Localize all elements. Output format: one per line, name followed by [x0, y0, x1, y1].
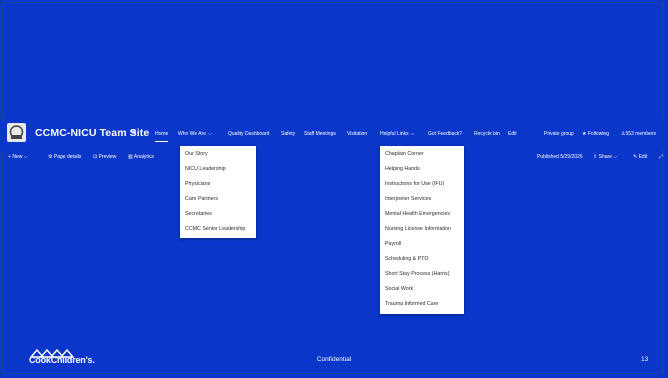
menu-item-scheduling-pto[interactable]: Scheduling & PTO — [380, 252, 464, 267]
preview-icon: ⊡ — [93, 154, 98, 160]
members-label: 553 members — [625, 131, 657, 137]
page-number: 13 — [641, 356, 649, 363]
page-details-button[interactable]: ⚙ Page details — [48, 154, 81, 160]
menu-item-chaplain-corner[interactable]: Chaplain Corner — [380, 147, 464, 162]
nav-safety-label: Safety — [281, 131, 296, 137]
menu-item-our-story[interactable]: Our Story — [180, 147, 256, 162]
nav-recycle-bin[interactable]: Recycle bin — [474, 131, 500, 143]
menu-item-care-partners[interactable]: Care Partners — [180, 192, 256, 207]
nav-home-label: Home — [155, 131, 169, 137]
nav-helpful-links-label: Helpful Links — [380, 131, 409, 137]
private-group-label: Private group — [544, 131, 574, 137]
menu-item-trauma-informed-care[interactable]: Trauma Informed Care — [380, 297, 464, 312]
slide-frame — [2, 2, 664, 374]
nav-safety[interactable]: Safety — [281, 131, 295, 143]
chevron-down-icon: ⌵ — [410, 131, 415, 137]
preview-label: Preview — [98, 154, 117, 160]
menu-item-physicians[interactable]: Physicians — [180, 177, 256, 192]
menu-item-interpreter-services[interactable]: Interpreter Services — [380, 192, 464, 207]
nav-quality-dashboard[interactable]: Quality Dashboard — [228, 131, 269, 143]
share-label: Share — [598, 154, 612, 160]
expand-icon[interactable]: ⤢ — [659, 154, 663, 160]
nav-home[interactable]: Home — [155, 131, 169, 143]
menu-item-payroll[interactable]: Payroll — [380, 237, 464, 252]
nav-got-feedback[interactable]: Got Feedback? — [428, 131, 462, 143]
edit-button[interactable]: ✎ Edit — [633, 154, 647, 160]
who-we-are-menu: Our Story NICU Leadership Physicians Car… — [180, 146, 256, 238]
gear-icon: ⚙ — [48, 154, 53, 160]
menu-item-nicu-leadership[interactable]: NICU Leadership — [180, 162, 256, 177]
nav-edit[interactable]: Edit — [508, 131, 517, 143]
share-icon: ⇪ — [593, 154, 598, 160]
menu-item-secretaries[interactable]: Secretaries — [180, 207, 256, 222]
sharepoint-sync-icon[interactable]: ⚭ — [130, 127, 138, 138]
menu-item-ccmc-senior-leadership[interactable]: CCMC Senior Leadership — [180, 222, 256, 237]
menu-item-nursing-license-information[interactable]: Nursing License Information — [380, 222, 464, 237]
nav-staff-meetings-label: Staff Meetings — [304, 131, 336, 137]
nav-recycle-bin-label: Recycle bin — [474, 131, 500, 137]
presentation-slide: CCMC-NICU Team Site ⚭ Home Who We Are ⌵ Q… — [0, 0, 668, 378]
edit-label: Edit — [638, 154, 648, 160]
pencil-icon: ✎ — [633, 154, 638, 160]
helpful-links-menu: Chaplain Corner Helping Hands Instructio… — [380, 146, 464, 314]
menu-item-helping-hands[interactable]: Helping Hands — [380, 162, 464, 177]
menu-item-social-work[interactable]: Social Work — [380, 282, 464, 297]
following-label: Following — [587, 131, 609, 137]
menu-item-short-stay-process[interactable]: Short Stay Process (Harris) — [380, 267, 464, 282]
nav-quality-dashboard-label: Quality Dashboard — [228, 131, 270, 137]
analytics-label: Analytics — [133, 154, 154, 160]
following-button[interactable]: ★ Following — [582, 131, 609, 137]
chevron-down-icon: ⌵ — [23, 154, 28, 160]
site-logo-icon[interactable] — [7, 123, 26, 142]
nav-visitation-label: Visitation — [347, 131, 368, 137]
new-button[interactable]: + New ⌵ — [8, 154, 28, 160]
nav-staff-meetings[interactable]: Staff Meetings — [304, 131, 336, 143]
members-button[interactable]: ♙553 members — [621, 131, 656, 137]
chevron-down-icon: ⌵ — [613, 154, 618, 160]
analytics-button[interactable]: ▥ Analytics — [128, 154, 154, 160]
nav-who-we-are-label: Who We Are — [178, 131, 206, 137]
chevron-down-icon: ⌵ — [207, 131, 212, 137]
published-status: Published 5/29/2026 — [537, 154, 583, 160]
confidential-label: Confidential — [316, 356, 352, 363]
plus-icon: + — [8, 154, 11, 160]
star-icon: ★ — [582, 131, 587, 137]
new-label: New — [12, 154, 23, 160]
menu-item-mental-health-emergencies[interactable]: Mental Health Emergencies — [380, 207, 464, 222]
nav-visitation[interactable]: Visitation — [347, 131, 367, 143]
page-details-label: Page details — [53, 154, 82, 160]
analytics-icon: ▥ — [128, 154, 133, 160]
nav-edit-label: Edit — [508, 131, 517, 137]
preview-button[interactable]: ⊡ Preview — [93, 154, 116, 160]
nav-helpful-links[interactable]: Helpful Links ⌵ — [380, 131, 414, 143]
menu-item-instructions-for-use[interactable]: Instructions for Use (IFU) — [380, 177, 464, 192]
nav-got-feedback-label: Got Feedback? — [428, 131, 463, 137]
share-button[interactable]: ⇪ Share ⌵ — [593, 154, 617, 160]
nav-who-we-are[interactable]: Who We Are ⌵ — [178, 131, 212, 143]
